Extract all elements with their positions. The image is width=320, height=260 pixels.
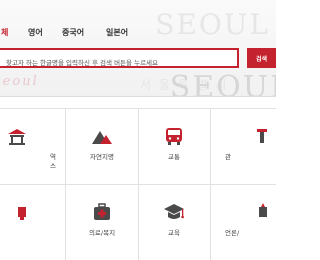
category-medical[interactable]: 의료/복지 bbox=[67, 184, 137, 254]
search-button[interactable]: 검색 bbox=[247, 48, 276, 68]
category-history[interactable]: 역 스 bbox=[0, 108, 56, 178]
history-building-icon bbox=[8, 129, 26, 145]
graduation-cap-icon bbox=[164, 204, 184, 219]
tab-japanese[interactable]: 일본어 bbox=[106, 27, 128, 38]
category-label: 역 스 bbox=[50, 153, 56, 170]
category-label: 교육 bbox=[168, 229, 180, 237]
seoul-watermark-bottom: SEOUL bbox=[169, 70, 276, 97]
category-media[interactable]: 언론/ bbox=[225, 184, 297, 254]
category-nature[interactable]: 자연지명 bbox=[67, 108, 137, 178]
category-culture[interactable] bbox=[0, 184, 52, 254]
category-tourism[interactable]: 관 bbox=[225, 108, 297, 178]
site-header: SEOUL seoul 서 울 특 별 시 SEOUL 체 영어 중국어 일본어… bbox=[0, 0, 276, 97]
category-label: 언론/ bbox=[225, 229, 240, 237]
tourism-icon bbox=[257, 129, 267, 143]
medical-kit-icon bbox=[94, 203, 110, 220]
grid-divider bbox=[210, 108, 211, 260]
media-icon bbox=[259, 203, 267, 217]
search-box bbox=[0, 48, 240, 71]
category-label: 자연지명 bbox=[90, 153, 114, 161]
search-input[interactable] bbox=[0, 55, 240, 71]
grid-divider bbox=[65, 108, 66, 260]
tab-english[interactable]: 영어 bbox=[28, 27, 43, 38]
category-grid: 역 스 자연지명 교통 관 의료/복지 교육 언론/ bbox=[0, 108, 276, 260]
category-education[interactable]: 교육 bbox=[139, 184, 209, 254]
tab-korean[interactable]: 체 bbox=[1, 27, 8, 38]
seoul-watermark-top: SEOUL bbox=[155, 8, 270, 41]
culture-icon bbox=[18, 207, 26, 220]
category-label: 교통 bbox=[168, 153, 180, 161]
tab-chinese[interactable]: 중국어 bbox=[62, 27, 84, 38]
category-label: 관 bbox=[225, 153, 231, 161]
mountain-icon bbox=[92, 131, 112, 144]
category-label: 의료/복지 bbox=[88, 229, 116, 237]
bus-icon bbox=[166, 128, 182, 145]
category-transport[interactable]: 교통 bbox=[139, 108, 209, 178]
decorative-script-left: seoul bbox=[0, 74, 39, 89]
